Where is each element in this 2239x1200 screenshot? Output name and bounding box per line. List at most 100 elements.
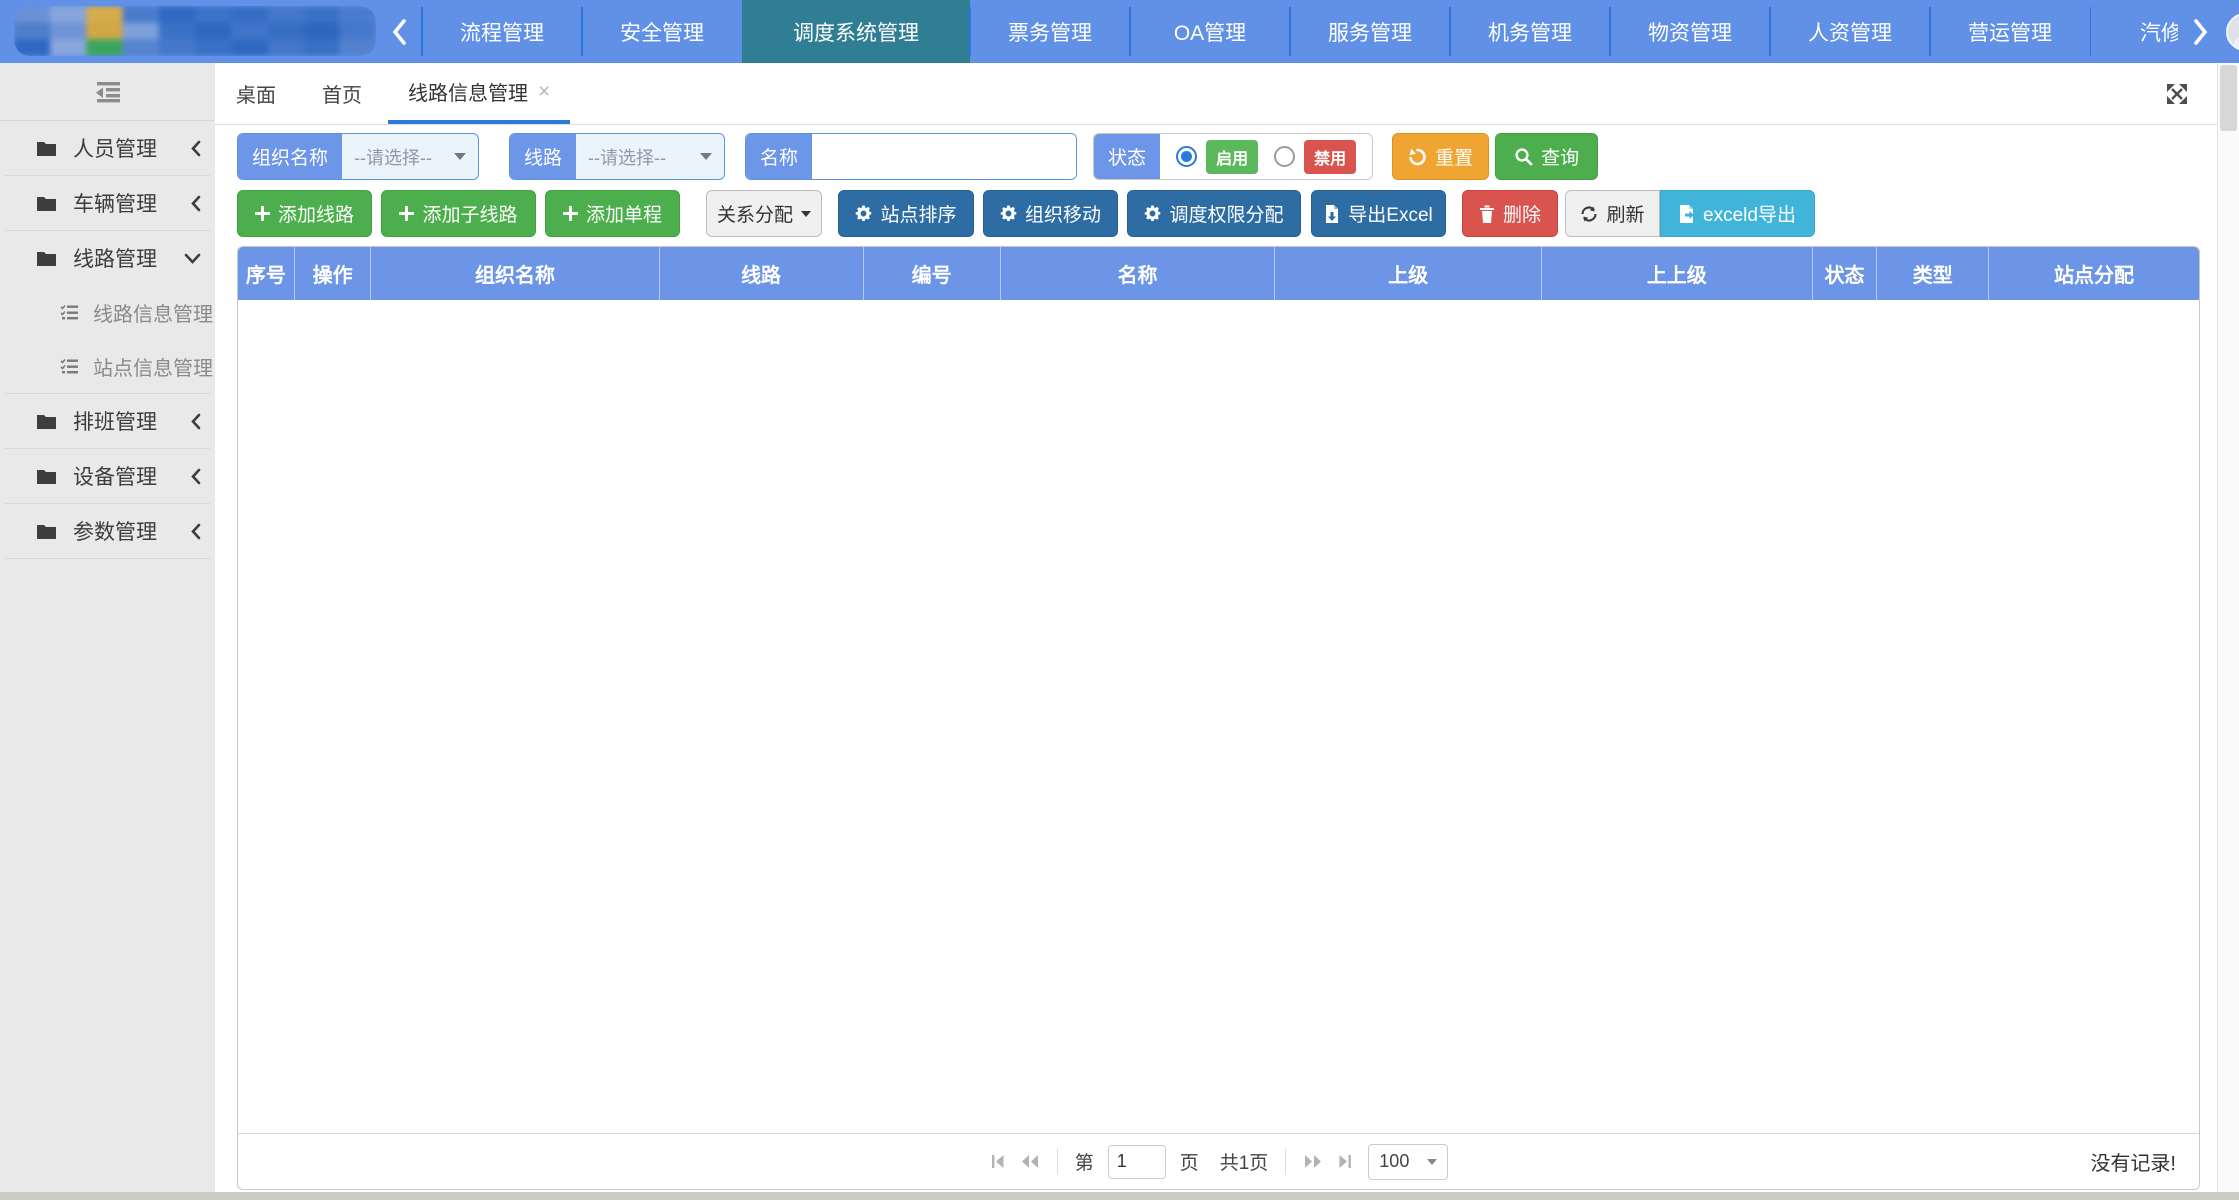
sidebar-item-personnel[interactable]: 人员管理 [0,121,215,175]
status-enabled-badge: 启用 [1206,140,1258,174]
folder-icon [36,523,57,540]
column-header-line[interactable]: 线路 [660,247,864,300]
previous-page-icon[interactable] [1020,1153,1040,1170]
nav-item-service[interactable]: 服务管理 [1290,0,1450,63]
tab-close-icon[interactable]: × [538,80,550,104]
column-header-grandparent[interactable]: 上上级 [1542,247,1813,300]
tab-home[interactable]: 首页 [322,63,362,124]
nav-item-process[interactable]: 流程管理 [422,0,582,63]
chevron-left-icon [190,195,201,212]
station-sort-button[interactable]: 站点排序 [838,190,974,237]
search-icon [1514,147,1533,166]
file-export-icon [1679,205,1695,223]
nav-item-dispatch-system[interactable]: 调度系统管理 [742,0,970,63]
tab-desktop[interactable]: 桌面 [236,63,276,124]
relation-assign-dropdown-button[interactable]: 关系分配 [706,190,822,237]
reset-button[interactable]: 重置 [1392,133,1489,180]
button-label: 调度权限分配 [1169,200,1283,227]
org-move-button[interactable]: 组织移动 [983,190,1118,237]
sidebar-item-label: 设备管理 [73,461,190,491]
first-page-icon[interactable] [989,1153,1006,1170]
user-avatar [2226,13,2239,51]
nav-item-oa[interactable]: OA管理 [1130,0,1290,63]
button-label: 关系分配 [717,200,793,227]
data-table-panel: 序号 操作 组织名称 线路 编号 名称 上级 上上级 状态 类型 站点分配 [237,246,2200,1190]
last-page-icon[interactable] [1337,1153,1354,1170]
nav-item-operations[interactable]: 营运管理 [1930,0,2090,63]
status-disabled-badge: 禁用 [1304,140,1356,174]
sidebar-item-label: 人员管理 [73,133,190,163]
add-single-trip-button[interactable]: 添加单程 [545,190,680,237]
toolbar-row: 添加线路 添加子线路 添加单程 关系分配 站点排序 组织移动 [237,190,2217,237]
table-header-row: 序号 操作 组织名称 线路 编号 名称 上级 上上级 状态 类型 站点分配 [238,247,2199,300]
status-disabled-radio[interactable] [1274,146,1295,167]
tab-route-info[interactable]: 线路信息管理 × [388,63,570,124]
dispatch-permission-button[interactable]: 调度权限分配 [1127,190,1301,237]
sidebar-item-equipment[interactable]: 设备管理 [0,449,215,503]
org-filter-label: 组织名称 [238,134,342,179]
gear-icon [855,205,872,222]
next-page-icon[interactable] [1303,1153,1323,1170]
column-header-name[interactable]: 名称 [1001,247,1276,300]
tab-label: 首页 [322,79,362,108]
name-filter-group: 名称 [745,133,1077,180]
scrollbar-thumb[interactable] [2220,65,2237,131]
page-prefix-label: 第 [1075,1148,1094,1175]
delete-button[interactable]: 删除 [1462,190,1558,237]
app-logo [14,6,376,56]
nav-item-ticketing[interactable]: 票务管理 [970,0,1130,63]
sidebar-item-label: 排班管理 [73,406,190,436]
status-filter-label: 状态 [1094,134,1160,179]
caret-down-icon [454,153,466,160]
column-header-status[interactable]: 状态 [1813,247,1878,300]
org-select[interactable]: --请选择-- [342,134,478,179]
page-scrollbar[interactable] [2217,63,2239,1192]
nav-item-hr[interactable]: 人资管理 [1770,0,1930,63]
nav-item-mechanics[interactable]: 机务管理 [1450,0,1610,63]
fullscreen-icon[interactable] [2165,82,2189,111]
total-pages-label: 共1页 [1220,1148,1269,1175]
chevron-left-icon [190,468,201,485]
sidebar-item-routes[interactable]: 线路管理 [0,231,215,285]
name-input[interactable] [812,134,1076,179]
folder-icon [36,413,57,430]
plus-icon [563,206,578,221]
sidebar-item-station-info[interactable]: 站点信息管理 [0,339,215,393]
filter-row: 组织名称 --请选择-- 线路 --请选择-- 名称 状态 [237,133,2217,180]
exceld-export-button[interactable]: exceld导出 [1660,190,1815,237]
export-excel-button[interactable]: 导出Excel [1311,190,1446,237]
pagination-bar: 第 页 共1页 100 没有记录! [238,1133,2199,1189]
caret-down-icon [801,211,811,217]
column-header-code[interactable]: 编号 [864,247,1001,300]
line-select[interactable]: --请选择-- [576,134,724,179]
column-header-station-assign[interactable]: 站点分配 [1989,247,2199,300]
refresh-button[interactable]: 刷新 [1565,190,1660,237]
sidebar-item-vehicles[interactable]: 车辆管理 [0,176,215,230]
nav-item-vehicle-repair-truncated[interactable]: 汽修 [2090,0,2178,63]
nav-scroll-left-chevron-icon[interactable] [376,0,422,63]
nav-scroll-right-chevron-icon[interactable] [2178,0,2224,63]
nav-item-materials[interactable]: 物资管理 [1610,0,1770,63]
sidebar-collapse-button[interactable] [0,63,215,121]
refresh-icon [1580,205,1598,223]
column-header-actions[interactable]: 操作 [295,247,371,300]
sidebar-item-label: 车辆管理 [73,188,190,218]
add-subline-button[interactable]: 添加子线路 [381,190,536,237]
sidebar-item-route-info[interactable]: 线路信息管理 [0,285,215,339]
add-line-button[interactable]: 添加线路 [237,190,372,237]
nav-item-safety[interactable]: 安全管理 [582,0,742,63]
sidebar-item-scheduling[interactable]: 排班管理 [0,394,215,448]
user-menu[interactable]: Admin[超级管理员] [2226,0,2239,63]
column-header-type[interactable]: 类型 [1877,247,1989,300]
column-header-parent[interactable]: 上级 [1275,247,1542,300]
column-header-index[interactable]: 序号 [238,247,295,300]
folder-icon [36,250,57,267]
page-size-select[interactable]: 100 [1368,1144,1448,1180]
sidebar-item-parameters[interactable]: 参数管理 [0,504,215,558]
page-number-input[interactable] [1108,1145,1166,1179]
tab-label: 桌面 [236,79,276,108]
status-enabled-radio[interactable] [1176,146,1197,167]
column-header-org-name[interactable]: 组织名称 [371,247,659,300]
search-button[interactable]: 查询 [1495,133,1598,180]
table-body-empty [238,300,2199,1133]
